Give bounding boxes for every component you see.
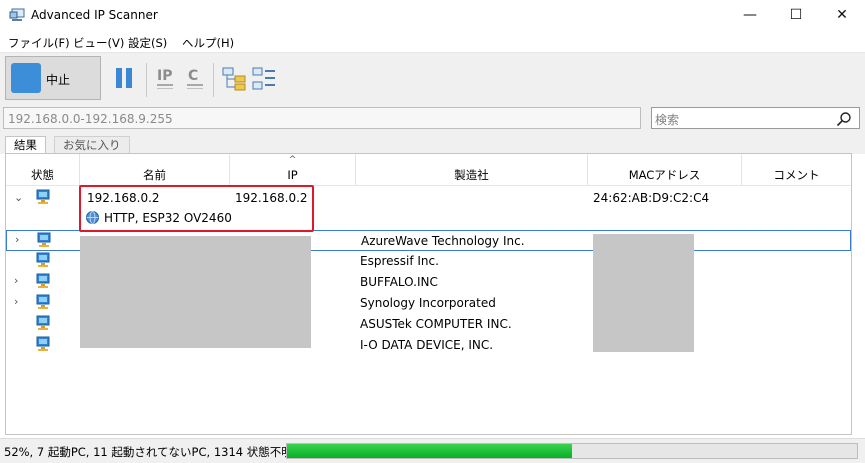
- menu-help[interactable]: ヘルプ(H): [182, 35, 234, 51]
- tab-favorites[interactable]: お気に入り: [54, 136, 130, 154]
- computer-online-icon: [36, 252, 50, 267]
- highlight-box: [79, 185, 314, 232]
- col-ip-label: IP: [287, 168, 298, 182]
- menu-file[interactable]: ファイル(F): [8, 35, 70, 51]
- status-bar: 52%, 7 起動PC, 11 起動されてないPC, 1314 状態不明PC: [0, 438, 865, 463]
- col-ip[interactable]: ^ IP: [230, 154, 356, 185]
- expand-chevron-icon[interactable]: ›: [14, 296, 24, 307]
- c-class-icon[interactable]: C: [186, 65, 206, 91]
- c-icon-label: C: [188, 68, 198, 84]
- expand-chevron-icon[interactable]: ›: [15, 234, 25, 245]
- collapse-chevron-icon[interactable]: ⌄: [14, 192, 24, 203]
- computer-online-icon: [36, 273, 50, 288]
- row-manufacturer: BUFFALO.INC: [360, 275, 438, 289]
- window-title: Advanced IP Scanner: [31, 8, 158, 22]
- row-manufacturer: Espressif Inc.: [360, 254, 439, 268]
- minimize-button[interactable]: —: [727, 0, 773, 31]
- computer-online-icon: [36, 336, 50, 351]
- scan-progress-bar: [286, 443, 858, 459]
- ip-icon[interactable]: IP: [156, 65, 176, 91]
- menu-settings[interactable]: 設定(S): [128, 35, 167, 51]
- row-manufacturer: AzureWave Technology Inc.: [361, 234, 525, 248]
- col-name[interactable]: 名前: [80, 154, 230, 185]
- toolbar: 中止 IP C: [0, 52, 865, 105]
- toolbar-separator: [213, 63, 214, 97]
- col-status[interactable]: 状態: [6, 154, 80, 185]
- sort-ascending-icon: ^: [288, 155, 297, 165]
- redacted-area: [593, 234, 694, 352]
- row-manufacturer: I-O DATA DEVICE, INC.: [360, 338, 494, 352]
- menu-bar: ファイル(F) ビュー(V) 設定(S) ヘルプ(H): [0, 31, 865, 52]
- title-bar: Advanced IP Scanner — ☐ ✕: [0, 0, 865, 31]
- search-placeholder: 検索: [655, 113, 680, 127]
- stop-button[interactable]: 中止: [5, 56, 101, 100]
- status-text: 52%, 7 起動PC, 11 起動されてないPC, 1314 状態不明PC: [4, 445, 308, 459]
- progress-fill: [287, 444, 572, 458]
- menu-view[interactable]: ビュー(V): [73, 35, 124, 51]
- range-bar: 192.168.0.0-192.168.9.255 検索: [0, 104, 865, 134]
- expand-chevron-icon[interactable]: ›: [14, 275, 24, 286]
- stop-button-label: 中止: [46, 73, 71, 87]
- ip-range-input[interactable]: 192.168.0.0-192.168.9.255: [3, 107, 641, 129]
- search-input[interactable]: 検索: [651, 107, 860, 129]
- redacted-area: [80, 236, 311, 348]
- computer-online-icon: [36, 189, 50, 204]
- computer-online-icon: [37, 232, 51, 247]
- toolbar-separator: [146, 63, 147, 97]
- ip-icon-label: IP: [157, 68, 172, 84]
- row-manufacturer: Synology Incorporated: [360, 296, 496, 310]
- tab-bar: 結果 お気に入り: [0, 134, 865, 154]
- col-manufacturer[interactable]: 製造社: [356, 154, 588, 185]
- column-header: 状態 名前 ^ IP 製造社 MACアドレス コメント: [6, 154, 851, 186]
- tab-results[interactable]: 結果: [5, 136, 46, 154]
- pause-icon[interactable]: [114, 66, 134, 90]
- results-table: 状態 名前 ^ IP 製造社 MACアドレス コメント ⌄ 192.168.0.…: [5, 153, 852, 435]
- collapse-all-icon[interactable]: [252, 67, 276, 91]
- close-button[interactable]: ✕: [819, 0, 865, 31]
- computer-online-icon: [36, 294, 50, 309]
- col-mac[interactable]: MACアドレス: [588, 154, 742, 185]
- col-comment[interactable]: コメント: [742, 154, 851, 185]
- row-mac: 24:62:AB:D9:C2:C4: [593, 191, 710, 205]
- stop-icon: [11, 63, 41, 93]
- maximize-button[interactable]: ☐: [773, 0, 819, 31]
- app-network-icon: [9, 8, 25, 21]
- row-manufacturer: ASUSTek COMPUTER INC.: [360, 317, 512, 331]
- computer-online-icon: [36, 315, 50, 330]
- expand-all-icon[interactable]: [222, 67, 246, 91]
- search-icon[interactable]: [836, 111, 852, 127]
